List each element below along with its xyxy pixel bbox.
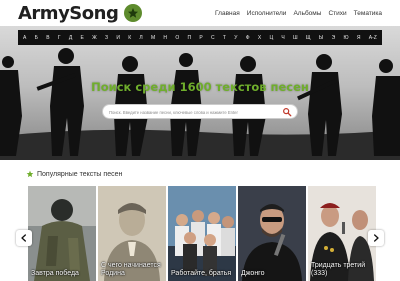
song-card-image (168, 186, 236, 281)
star-icon (124, 4, 142, 22)
song-carousel: Завтра победа С чего начинается Родина Р… (28, 186, 378, 281)
nav-artists[interactable]: Исполнители (247, 10, 287, 17)
letter-link[interactable]: Я (357, 35, 361, 41)
search-input[interactable] (109, 107, 279, 117)
letter-link[interactable]: Е (80, 35, 83, 41)
letter-link[interactable]: У (234, 35, 237, 41)
carousel-next-button[interactable] (368, 230, 384, 246)
letter-link[interactable]: О (175, 35, 179, 41)
song-card-image (28, 186, 96, 281)
nav-albums[interactable]: Альбомы (293, 10, 321, 17)
song-card[interactable]: Завтра победа (28, 186, 96, 281)
letter-link[interactable]: Т (223, 35, 226, 41)
letter-link[interactable]: Э (332, 35, 336, 41)
song-card-image (238, 186, 306, 281)
hero-title: Поиск среди 1600 текстов песен (91, 80, 309, 94)
letter-link[interactable]: К (128, 35, 131, 41)
site-header: ArmySong Главная Исполнители Альбомы Сти… (0, 0, 400, 26)
chevron-right-icon (374, 234, 379, 242)
letter-link[interactable]: Р (199, 35, 202, 41)
song-card-title: Джонго (241, 270, 265, 277)
song-card-title: Тридцать третий (333) (311, 262, 366, 277)
letter-link[interactable]: С (211, 35, 215, 41)
search-icon[interactable] (282, 107, 292, 117)
letter-link[interactable]: Ч (281, 35, 284, 41)
song-card[interactable]: Тридцать третий (333) (308, 186, 376, 281)
song-card-title: Завтра победа (31, 270, 79, 277)
letter-link[interactable]: М (151, 35, 155, 41)
star-icon (26, 170, 34, 178)
carousel-prev-button[interactable] (16, 230, 32, 246)
letter-link[interactable]: Ж (92, 35, 97, 41)
letter-link[interactable]: А (23, 35, 26, 41)
letter-link[interactable]: Ц (269, 35, 273, 41)
nav-poems[interactable]: Стихи (328, 10, 346, 17)
main-nav: Главная Исполнители Альбомы Стихи Темати… (215, 10, 382, 17)
nav-home[interactable]: Главная (215, 10, 240, 17)
letter-link[interactable]: П (188, 35, 192, 41)
letter-link[interactable]: Ф (246, 35, 250, 41)
song-card[interactable]: С чего начинается Родина (98, 186, 166, 281)
letter-link[interactable]: В (46, 35, 49, 41)
letter-link[interactable]: Л (139, 35, 142, 41)
letter-link[interactable]: Н (163, 35, 167, 41)
alphabet-bar: А Б В Г Д Е Ж З И К Л М Н О П Р С Т У Ф … (18, 30, 382, 45)
song-card-title: Работайте, братья (171, 270, 232, 277)
hero-banner: А Б В Г Д Е Ж З И К Л М Н О П Р С Т У Ф … (0, 26, 400, 160)
letter-link[interactable]: И (116, 35, 120, 41)
letter-link[interactable]: Б (35, 35, 38, 41)
letter-link[interactable]: Ы (319, 35, 323, 41)
popular-songs-section: Популярные тексты песен Завтра победа С … (18, 163, 382, 281)
letter-link[interactable]: Щ (306, 35, 311, 41)
letter-link[interactable]: Д (69, 35, 72, 41)
letter-link[interactable]: Ю (343, 35, 348, 41)
song-card-title: С чего начинается Родина (101, 262, 161, 277)
section-header: Популярные тексты песен (26, 170, 122, 178)
site-logo[interactable]: ArmySong (18, 4, 119, 24)
chevron-left-icon (21, 234, 26, 242)
letter-link[interactable]: З (105, 35, 108, 41)
letter-link[interactable]: Г (58, 35, 61, 41)
search-box (102, 104, 298, 119)
song-card[interactable]: Джонго (238, 186, 306, 281)
song-card[interactable]: Работайте, братья (168, 186, 236, 281)
letter-link[interactable]: Ш (293, 35, 298, 41)
section-title: Популярные тексты песен (37, 170, 123, 178)
letter-link-latin[interactable]: A-Z (369, 35, 377, 41)
nav-topics[interactable]: Тематика (354, 10, 382, 17)
letter-link[interactable]: Х (258, 35, 261, 41)
